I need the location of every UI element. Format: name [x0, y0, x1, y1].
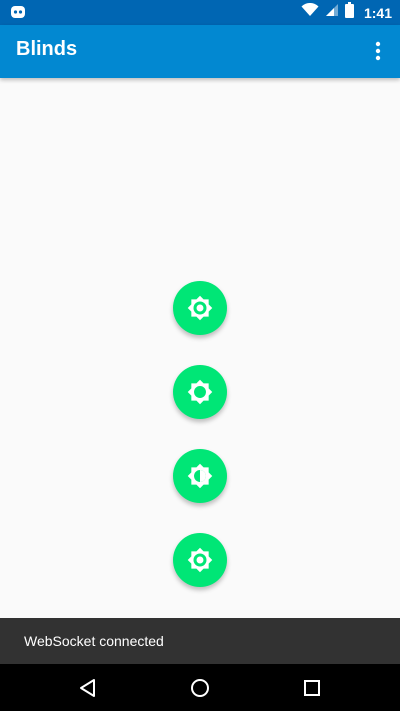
snackbar: WebSocket connected — [0, 618, 400, 664]
home-icon[interactable] — [187, 675, 213, 701]
phone-screen: 1:41 Blinds WebSocket connected — [0, 0, 400, 711]
app-title: Blinds — [16, 38, 78, 60]
status-bar: 1:41 — [0, 0, 400, 25]
navigation-bar — [0, 664, 400, 711]
overflow-menu-icon[interactable] — [364, 37, 392, 65]
brightness-low-button-2[interactable] — [173, 533, 227, 587]
brightness-half-button[interactable] — [173, 449, 227, 503]
brightness-medium-button[interactable] — [173, 365, 227, 419]
wifi-icon — [301, 2, 319, 22]
signal-icon — [325, 3, 339, 22]
main-content — [0, 78, 400, 618]
brightness-half-icon — [187, 463, 213, 489]
battery-icon — [344, 2, 354, 23]
recent-apps-icon[interactable] — [299, 675, 325, 701]
status-time: 1:41 — [363, 4, 392, 21]
back-icon[interactable] — [75, 675, 101, 701]
brightness-medium-icon — [187, 379, 213, 405]
snackbar-message: WebSocket connected — [24, 633, 164, 649]
brightness-low-icon — [187, 295, 213, 321]
brightness-low-button[interactable] — [173, 281, 227, 335]
app-notification-icon — [10, 4, 26, 20]
app-bar: Blinds — [0, 25, 400, 78]
brightness-low-icon — [187, 547, 213, 573]
status-icons: 1:41 — [301, 0, 392, 25]
